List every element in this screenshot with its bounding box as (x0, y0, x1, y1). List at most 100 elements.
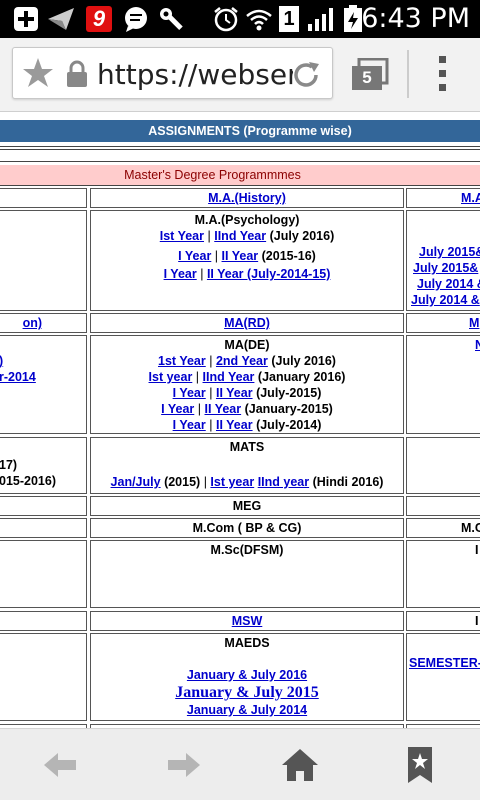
table-cell: M.Sc(DFSM) (90, 540, 404, 608)
assignment-link[interactable]: SEMESTER- (409, 656, 480, 670)
home-icon[interactable] (280, 747, 320, 783)
assignment-link[interactable]: Ist year (149, 370, 193, 384)
programme-link-ma-history[interactable]: M.A.(History) (208, 191, 286, 205)
assignment-link[interactable]: I Year (161, 402, 194, 416)
programme-title: I (475, 543, 479, 557)
assignment-link[interactable]: II Year (216, 418, 253, 432)
table-cell: ) r-2014 (0, 335, 87, 434)
table-cell: SEMESTER- (406, 633, 480, 721)
table-cell: M.C (406, 518, 480, 538)
programme-title: M.Com ( BP & CG) (192, 521, 302, 535)
tab-count: 5 (362, 68, 372, 87)
programme-link-right[interactable]: M.A (461, 191, 480, 205)
table-cell: M.A.(Psychology) Ist Year | IInd Year (J… (90, 210, 404, 311)
assignment-link[interactable]: N (475, 338, 480, 352)
assignment-link[interactable]: July 2015& (413, 261, 478, 275)
assignment-link[interactable]: Jan/July (111, 475, 161, 489)
separator: | (195, 370, 200, 384)
table-cell: on) (0, 313, 87, 333)
address-bar[interactable]: https://webserv (12, 47, 333, 99)
assignment-link[interactable]: IInd Year (203, 370, 255, 384)
table-cell (0, 496, 87, 516)
assignment-link[interactable]: I Year (164, 267, 197, 281)
separator: | (214, 249, 219, 263)
assignment-link[interactable]: Ist year (210, 475, 254, 489)
subsection-title: Master's Degree Programmmes (0, 165, 480, 185)
app-9-icon: 9 (86, 6, 112, 32)
assignment-link[interactable]: II Year (July-2014-15) (207, 267, 330, 281)
assignment-link[interactable]: II Year (216, 386, 253, 400)
table-cell: MSW (90, 611, 404, 631)
assignment-link[interactable]: r-2014 (0, 370, 36, 384)
programme-link-left[interactable]: on) (23, 316, 42, 330)
assignment-link[interactable]: II Year (222, 249, 259, 263)
section-title: ASSIGNMENTS (Programme wise) (0, 120, 480, 142)
assignment-link[interactable]: 2nd Year (216, 354, 268, 368)
overflow-menu-icon[interactable] (436, 54, 450, 94)
assignment-link[interactable]: January & July 2016 (187, 668, 307, 682)
table-cell: MA(DE) 1st Year | 2nd Year (July 2016) I… (90, 335, 404, 434)
table-cell: 17) 015-2016) (0, 437, 87, 494)
assignment-link[interactable]: II Year (205, 402, 242, 416)
session-label: (Hindi 2016) (312, 475, 384, 489)
table-cell: N (406, 335, 480, 434)
table-cell (0, 518, 87, 538)
table-cell: MATS Jan/July (2015) | Ist year IInd yea… (90, 437, 404, 494)
session-label: (July-2015) (256, 386, 322, 400)
forward-arrow-icon[interactable] (162, 747, 202, 783)
session-label: (July 2016) (269, 229, 335, 243)
assignment-link[interactable]: July 2014 & (417, 277, 480, 291)
signal-icon (306, 6, 336, 32)
assignment-link[interactable]: 1st Year (158, 354, 206, 368)
separator: | (203, 475, 207, 489)
programme-title: M.A.(Psychology) (194, 213, 300, 227)
assignment-link[interactable]: I Year (173, 418, 206, 432)
table-cell (0, 633, 87, 721)
table-cell: M.Com ( BP & CG) (90, 518, 404, 538)
table-cell (0, 188, 87, 208)
reload-icon[interactable] (289, 58, 323, 92)
url-text[interactable]: https://webserv (97, 58, 293, 91)
assignment-link[interactable]: IInd year (258, 475, 309, 489)
assignment-link[interactable]: Ist Year (160, 229, 204, 243)
table-cell: MAEDS January & July 2016 January & July… (90, 633, 404, 721)
assignment-link[interactable]: July 2014 & (411, 293, 480, 307)
assignment-link[interactable]: I Year (178, 249, 211, 263)
separator: | (200, 267, 204, 281)
programme-link-msw[interactable]: MSW (232, 614, 263, 628)
chat-icon (122, 6, 150, 32)
divider (0, 146, 480, 147)
table-cell: M.A (406, 188, 480, 208)
programme-title: MAEDS (224, 636, 270, 650)
programme-link-right[interactable]: M (469, 316, 479, 330)
assignment-link[interactable]: January & July 2015 (175, 684, 319, 701)
programme-title: MEG (232, 499, 262, 513)
browser-toolbar: https://webserv 5 (0, 38, 480, 112)
session-label: (January-2015) (244, 402, 333, 416)
toolbar-divider (407, 50, 409, 98)
wifi-icon (244, 6, 274, 32)
programme-title: MATS (229, 440, 265, 454)
assignment-link[interactable]: I Year (173, 386, 206, 400)
bookmark-icon[interactable] (400, 747, 440, 783)
table-cell (0, 540, 87, 608)
table-cell (406, 437, 480, 494)
table-cell (0, 611, 87, 631)
table-cell: MA(RD) (90, 313, 404, 333)
sim-icon: 1 (279, 6, 299, 32)
clock: 6:43 PM (361, 3, 470, 34)
session-label: (July-2014) (256, 418, 322, 432)
assignment-link[interactable]: January & July 2014 (187, 703, 307, 717)
separator: | (209, 418, 213, 432)
divider (0, 185, 480, 186)
assignment-link[interactable]: IInd Year (214, 229, 266, 243)
lock-icon (65, 60, 89, 88)
back-arrow-icon[interactable] (42, 747, 82, 783)
bookmark-star-icon[interactable] (21, 56, 55, 90)
bottom-navigation (0, 728, 480, 800)
assignment-link[interactable]: ) (0, 354, 3, 368)
programme-link-ma-rd[interactable]: MA(RD) (224, 316, 270, 330)
separator: | (197, 402, 202, 416)
session-label: (2015) (164, 475, 201, 489)
assignment-link[interactable]: July 2015& (419, 245, 480, 259)
